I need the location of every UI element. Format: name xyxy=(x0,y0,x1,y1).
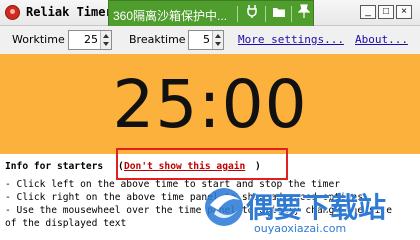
breaktime-spinner[interactable]: 5 xyxy=(188,30,224,50)
settings-toolbar: Worktime 25 Breaktime 5 More settings...… xyxy=(0,26,420,54)
about-link[interactable]: About... xyxy=(355,33,408,46)
info-line: of the displayed text xyxy=(5,218,127,229)
spin-down-icon[interactable] xyxy=(103,42,109,46)
worktime-spinner[interactable]: 25 xyxy=(68,30,112,50)
highlight-annotation xyxy=(116,148,288,180)
plug-icon[interactable] xyxy=(241,3,263,25)
sandbox-notice-bar: 360隔离沙箱保护中... xyxy=(108,0,314,27)
info-heading: Info for starters xyxy=(5,161,104,172)
sandbox-status-text: 360隔离沙箱保护中... xyxy=(113,9,228,23)
worktime-spin-arrows[interactable] xyxy=(100,31,111,49)
worktime-label: Worktime xyxy=(12,33,65,46)
spin-up-icon[interactable] xyxy=(215,34,221,38)
sandbox-separator xyxy=(265,6,266,22)
folder-icon[interactable] xyxy=(268,3,290,25)
window-title: Reliak Timer xyxy=(26,5,113,19)
maximize-button[interactable]: □ xyxy=(378,5,394,19)
timer-display[interactable]: 25:00 xyxy=(0,66,420,143)
close-button[interactable]: × xyxy=(396,5,412,19)
watermark-brand: 偶要下载站 xyxy=(246,191,387,224)
more-settings-link[interactable]: More settings... xyxy=(238,33,344,46)
spin-up-icon[interactable] xyxy=(103,34,109,38)
sandbox-separator xyxy=(237,6,238,22)
spin-down-icon[interactable] xyxy=(215,42,221,46)
timer-panel[interactable]: 25:00 xyxy=(0,54,420,154)
pin-icon[interactable] xyxy=(293,3,315,25)
breaktime-label: Breaktime xyxy=(129,33,186,46)
app-icon xyxy=(5,5,20,20)
breaktime-spin-arrows[interactable] xyxy=(212,31,223,49)
minimize-button[interactable]: _ xyxy=(360,5,376,19)
worktime-value[interactable]: 25 xyxy=(84,33,98,46)
breaktime-value[interactable]: 5 xyxy=(203,33,210,46)
watermark-url: ouyaoxiazai.com xyxy=(254,222,347,235)
sandbox-separator xyxy=(291,6,292,22)
